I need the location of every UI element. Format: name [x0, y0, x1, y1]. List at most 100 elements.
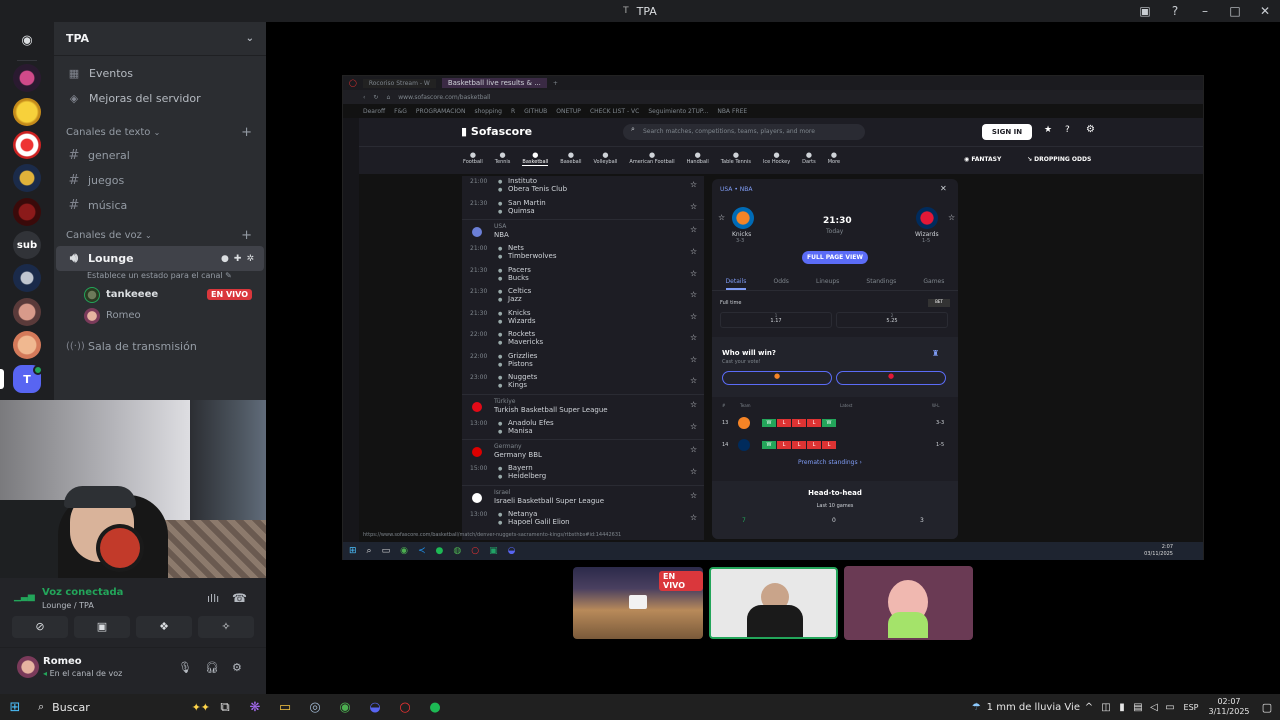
detail-tab[interactable]: Details: [725, 275, 747, 290]
microphone-icon[interactable]: 🎙︎: [178, 661, 192, 674]
headphones-icon[interactable]: 🎧︎: [205, 661, 219, 674]
spotify-icon[interactable]: ●: [420, 694, 450, 720]
bookmark[interactable]: PROGRAMACION: [416, 108, 466, 115]
add-channel-icon[interactable]: +: [241, 125, 252, 140]
star-icon[interactable]: ☆: [690, 180, 697, 189]
sidebar-item-events[interactable]: ▦ Eventos: [56, 61, 264, 86]
browser-tab-active[interactable]: Basketball live results & ...: [441, 78, 547, 88]
server-sub[interactable]: sub: [13, 231, 41, 259]
prematch-standings-link[interactable]: Prematch standings ›: [798, 459, 862, 466]
participant-tile[interactable]: [844, 566, 973, 640]
sidebar-item-boosts[interactable]: ◈ Mejoras del servidor: [56, 86, 264, 111]
detail-tab[interactable]: Standings: [866, 275, 896, 290]
star-icon[interactable]: ☆: [690, 333, 697, 342]
vote-away-button[interactable]: ●: [836, 371, 946, 385]
star-icon[interactable]: ★: [1044, 125, 1052, 135]
windows-start-icon[interactable]: ⊞: [0, 694, 30, 720]
stage-channel[interactable]: ((·)) Sala de transmisión: [56, 334, 264, 359]
bookmark[interactable]: shopping: [474, 108, 502, 115]
sport-tab[interactable]: ● More: [828, 151, 840, 166]
bookmark[interactable]: GITHUB: [524, 108, 547, 115]
help-icon[interactable]: ?: [1065, 125, 1070, 135]
bookmark[interactable]: R: [511, 108, 515, 115]
screen-share-icon[interactable]: ▣: [74, 616, 130, 638]
star-icon[interactable]: ☆: [690, 467, 697, 476]
match-row[interactable]: 21:30 ● Pacers ● Bucks ☆: [462, 265, 704, 287]
weather-widget[interactable]: ☂ 1 mm de lluvia Vie: [972, 702, 1080, 713]
sofascore-logo[interactable]: ▮ Sofascore: [461, 125, 532, 138]
voice-category[interactable]: Canales de voz ⌄ +: [54, 224, 266, 246]
match-row[interactable]: 22:00 ● Rockets ● Mavericks ☆: [462, 329, 704, 351]
sport-tab[interactable]: ● Tennis: [495, 151, 511, 166]
settings-icon[interactable]: ⚙: [1086, 124, 1095, 135]
stream-view[interactable]: ◯ Rocoriso Stream - W Basketball live re…: [342, 75, 1204, 560]
detail-tab[interactable]: Odds: [773, 275, 788, 290]
add-channel-icon[interactable]: +: [241, 228, 252, 243]
voice-user[interactable]: Romeo: [54, 305, 266, 326]
taskbar-search[interactable]: ⌕ Buscar ✦✦: [30, 694, 210, 720]
close-icon[interactable]: ✕: [940, 184, 947, 193]
volume-icon[interactable]: ◁: [1146, 694, 1162, 720]
browser-tab[interactable]: Rocoriso Stream - W: [362, 78, 436, 88]
star-icon[interactable]: ☆: [690, 491, 697, 500]
bookmark[interactable]: Seguimiento 2TUP...: [648, 108, 708, 115]
noise-suppression-icon[interactable]: ıllı: [207, 592, 219, 605]
chrome-icon[interactable]: ◉: [330, 694, 360, 720]
league-header[interactable]: Israel Israeli Basketball Super League ☆: [462, 484, 704, 509]
invite-icon[interactable]: ✚: [234, 254, 242, 264]
text-category[interactable]: Canales de texto ⌄ +: [54, 121, 266, 143]
home-icon[interactable]: ⌂: [386, 94, 390, 101]
channel-musica[interactable]: # música: [56, 193, 264, 218]
detail-tab[interactable]: Games: [923, 275, 944, 290]
favorite-star-icon[interactable]: ☆: [718, 213, 725, 222]
activities-icon[interactable]: ❖: [136, 616, 192, 638]
star-icon[interactable]: ☆: [690, 269, 697, 278]
star-icon[interactable]: ☆: [690, 513, 697, 522]
sport-tab[interactable]: ● Basketball: [522, 151, 549, 166]
match-row[interactable]: 22:00 ● Grizzlies ● Pistons ☆: [462, 351, 704, 373]
chat-icon[interactable]: ●: [221, 254, 229, 264]
bookmark[interactable]: F&G: [394, 108, 407, 115]
language-indicator[interactable]: ESP: [1178, 703, 1204, 712]
favorite-star-icon[interactable]: ☆: [948, 213, 955, 222]
tray-icon[interactable]: ◫: [1098, 694, 1114, 720]
league-header[interactable]: Türkiye Turkish Basketball Super League ☆: [462, 393, 704, 418]
voice-user[interactable]: tankeeee EN VIVO: [54, 284, 266, 305]
league-header[interactable]: USA NBA ☆: [462, 219, 704, 243]
sport-tab[interactable]: ● Volleyball: [594, 151, 618, 166]
settings-icon[interactable]: ✲: [246, 254, 254, 264]
server-avatar[interactable]: [13, 98, 41, 126]
fantasy-link[interactable]: ◉ FANTASY: [964, 156, 1001, 163]
bookmark[interactable]: NBA FREE: [717, 108, 747, 115]
match-row[interactable]: 21:00 ● Instituto ● Obera Tenis Club ☆: [462, 176, 704, 198]
sport-tab[interactable]: ● American Football: [629, 151, 674, 166]
microphone-icon[interactable]: ▮: [1114, 694, 1130, 720]
star-icon[interactable]: ☆: [690, 290, 697, 299]
star-icon[interactable]: ☆: [690, 225, 697, 234]
detail-tab[interactable]: Lineups: [816, 275, 839, 290]
odds-home[interactable]: 1 1.17: [720, 312, 832, 328]
camera-off-icon[interactable]: ⊘: [12, 616, 68, 638]
server-avatar[interactable]: [13, 298, 41, 326]
avatar[interactable]: [17, 656, 39, 678]
voice-status[interactable]: Voz conectada: [42, 587, 123, 598]
server-avatar[interactable]: [13, 198, 41, 226]
server-avatar[interactable]: [13, 131, 41, 159]
chevron-up-icon[interactable]: ^: [1080, 694, 1098, 720]
sport-tab[interactable]: ● Darts: [802, 151, 816, 166]
vote-home-button[interactable]: ●: [722, 371, 832, 385]
match-row[interactable]: 21:00 ● Nets ● Timberwolves ☆: [462, 243, 704, 265]
bookmark[interactable]: CHECK LIST - VC: [590, 108, 639, 115]
channel-status[interactable]: Establece un estado para el canal ✎: [54, 271, 266, 284]
sport-tab[interactable]: ● Football: [463, 151, 483, 166]
copilot-icon[interactable]: ❋: [240, 694, 270, 720]
sofascore-search-input[interactable]: Search matches, competitions, teams, pla…: [623, 124, 865, 140]
detail-breadcrumb[interactable]: USA • NBA: [720, 186, 752, 193]
match-row[interactable]: 15:00 ● Bayern ● Heidelberg ☆: [462, 463, 704, 485]
sign-in-button[interactable]: SIGN IN: [982, 124, 1032, 140]
sport-tab[interactable]: ● Handball: [687, 151, 709, 166]
display-icon[interactable]: ▭: [1162, 694, 1178, 720]
bookmark[interactable]: Dearoff: [363, 108, 385, 115]
back-icon[interactable]: ‹: [363, 94, 365, 101]
discord-home-icon[interactable]: ◉: [13, 26, 41, 54]
